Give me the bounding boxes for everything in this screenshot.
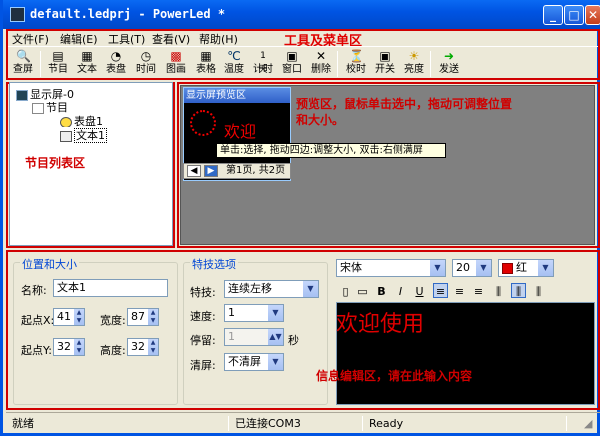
stepper-arrows-icon[interactable]: ▲ ▼	[148, 309, 158, 325]
clear-label: 清屏:	[190, 359, 216, 372]
chevron-down-icon[interactable]: ▼	[303, 281, 318, 297]
status-connection: 已连接COM3	[235, 417, 301, 430]
edit-region-label: 信息编辑区，请在此输入内容	[316, 369, 473, 383]
chevron-down-icon[interactable]: ▼	[476, 260, 491, 276]
underline-button[interactable]: U	[412, 283, 427, 298]
screen-icon	[16, 89, 28, 101]
bold-button[interactable]: B	[374, 283, 389, 298]
x-stepper[interactable]: 41 ▲ ▼	[53, 308, 85, 326]
vertical-align-bottom-icon[interactable]: ⫼	[531, 283, 546, 298]
preview-region-label-cont: 和大小。	[296, 113, 345, 127]
x-label: 起点X:	[21, 314, 55, 327]
status-ready: Ready	[369, 417, 404, 430]
effect-label: 特技:	[190, 286, 216, 299]
speed-select[interactable]: 1 ▼	[224, 304, 284, 322]
app-icon	[10, 7, 25, 22]
vertical-align-top-icon[interactable]: ⫼	[491, 283, 506, 298]
toolbar-region-outline	[6, 29, 600, 80]
status-divider	[362, 416, 363, 431]
status-ready-cn: 就绪	[12, 417, 34, 430]
title-bar[interactable]: default.ledprj - PowerLed * _ □ ✕	[3, 0, 600, 29]
stay-stepper: 1 ▲▼	[224, 328, 284, 346]
height-stepper[interactable]: 32 ▲ ▼	[127, 338, 159, 356]
clear-select[interactable]: 不清屏 ▼	[224, 353, 284, 371]
y-label: 起点Y:	[21, 344, 52, 357]
new-file-icon[interactable]: ▯	[338, 283, 353, 298]
font-select[interactable]: 宋体 ▼	[336, 259, 446, 277]
clock-icon	[60, 116, 72, 128]
align-right-icon[interactable]: ≡	[471, 283, 486, 298]
chevron-down-icon[interactable]: ▼	[268, 354, 283, 370]
y-stepper[interactable]: 32 ▲ ▼	[53, 338, 85, 356]
effects-title: 特技选项	[190, 256, 238, 272]
preview-region-label: 预览区，鼠标单击选中，拖动可调整位置	[296, 97, 513, 111]
prev-page-button[interactable]: ◀	[187, 165, 201, 177]
preview-tooltip: 单击:选择, 拖动四边:调整大小, 双击:右侧满屏	[216, 143, 446, 158]
tree-region-label: 节目列表区	[25, 156, 86, 170]
status-bar: 就绪 已连接COM3 Ready ◢	[6, 412, 600, 433]
position-size-title: 位置和大小	[20, 256, 79, 272]
status-divider	[566, 416, 567, 431]
app-window: default.ledprj - PowerLed * _ □ ✕ 文件(F) …	[0, 0, 600, 436]
status-divider	[228, 416, 229, 431]
color-select[interactable]: 红 ▼	[498, 259, 554, 277]
italic-button[interactable]: I	[393, 283, 408, 298]
minimize-button[interactable]: _	[543, 5, 563, 25]
width-stepper[interactable]: 87 ▲ ▼	[127, 308, 159, 326]
chevron-down-icon[interactable]: ▼	[538, 260, 553, 276]
preview-pager: ◀ ▶ 第1页, 共2页	[183, 163, 291, 179]
stepper-arrows-icon: ▲▼	[268, 329, 283, 345]
stay-unit: 秒	[288, 334, 299, 347]
editor-content: 欢迎使用	[336, 312, 425, 337]
open-folder-icon[interactable]: ▭	[355, 283, 370, 298]
font-size-select[interactable]: 20 ▼	[452, 259, 492, 277]
stay-label: 停留:	[190, 334, 216, 347]
name-input[interactable]: 文本1	[53, 279, 168, 297]
close-button[interactable]: ✕	[585, 5, 600, 25]
align-center-icon[interactable]: ≡	[452, 283, 467, 298]
stepper-arrows-icon[interactable]: ▲ ▼	[74, 339, 84, 355]
maximize-button[interactable]: □	[564, 5, 584, 25]
width-label: 宽度:	[100, 314, 126, 327]
program-node-icon	[32, 102, 44, 114]
preview-window-title: 显示屏预览区	[184, 88, 290, 103]
speed-label: 速度:	[190, 310, 216, 323]
next-page-button[interactable]: ▶	[204, 165, 218, 177]
name-label: 名称:	[21, 284, 47, 297]
height-label: 高度:	[100, 344, 126, 357]
resize-grip-icon[interactable]: ◢	[581, 416, 592, 432]
preview-clock	[190, 110, 216, 136]
window-title: default.ledprj - PowerLed *	[30, 7, 226, 21]
chevron-down-icon[interactable]: ▼	[430, 260, 445, 276]
page-indicator: 第1页, 共2页	[226, 165, 286, 176]
vertical-align-middle-icon[interactable]: ⫼	[511, 283, 526, 298]
color-swatch	[502, 262, 513, 274]
stepper-arrows-icon[interactable]: ▲ ▼	[74, 309, 84, 325]
align-left-icon[interactable]: ≡	[433, 283, 448, 298]
tree-item-text[interactable]: 文本1	[60, 127, 107, 143]
stepper-arrows-icon[interactable]: ▲ ▼	[148, 339, 158, 355]
text-icon	[60, 130, 72, 142]
chevron-down-icon[interactable]: ▼	[268, 305, 283, 321]
effect-select[interactable]: 连续左移 ▼	[224, 280, 319, 298]
